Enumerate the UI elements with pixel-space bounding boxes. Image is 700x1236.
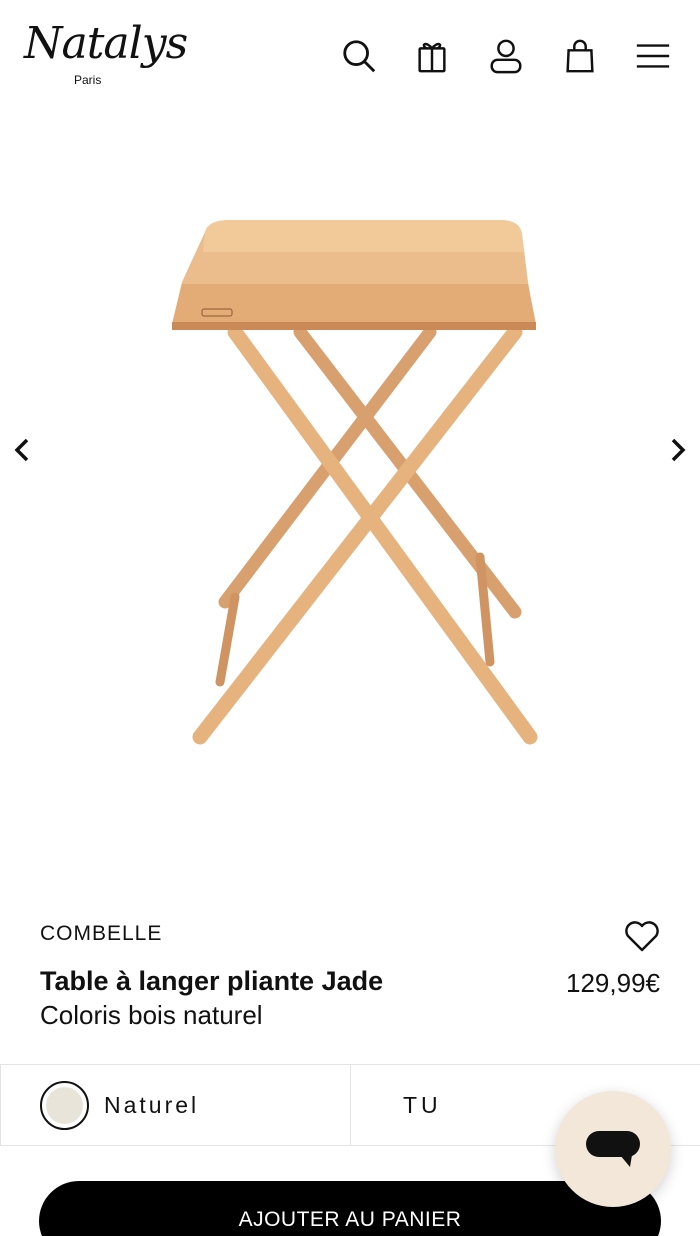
product-subtitle: Coloris bois naturel	[40, 1000, 263, 1030]
heart-icon[interactable]	[622, 916, 662, 956]
color-selector[interactable]: Naturel	[0, 1065, 351, 1145]
bag-icon[interactable]	[558, 34, 602, 78]
color-swatch-fill	[46, 1087, 83, 1124]
add-to-cart-button[interactable]: AJOUTER AU PANIER	[39, 1181, 661, 1236]
product-image	[172, 220, 538, 745]
site-header: Natalys Paris	[0, 0, 700, 112]
product-price: 129,99€	[566, 968, 660, 998]
size-label: TU	[403, 1092, 442, 1118]
color-swatch	[40, 1081, 89, 1130]
chevron-right-icon[interactable]	[660, 432, 696, 468]
product-title: Table à langer pliante Jade	[40, 966, 384, 996]
chevron-left-icon[interactable]	[4, 432, 40, 468]
logo-text: Natalys	[24, 18, 188, 69]
logo-subtitle: Paris	[74, 73, 102, 87]
search-icon[interactable]	[337, 34, 381, 78]
gift-icon[interactable]	[410, 34, 454, 78]
menu-icon[interactable]	[631, 34, 675, 78]
chat-button[interactable]	[555, 1091, 671, 1207]
product-brand[interactable]: COMBELLE	[40, 922, 162, 946]
user-icon[interactable]	[484, 34, 528, 78]
chat-icon	[586, 1131, 640, 1167]
brand-logo[interactable]: Natalys Paris	[24, 18, 188, 93]
color-label: Naturel	[104, 1092, 200, 1118]
product-gallery[interactable]	[0, 112, 700, 902]
